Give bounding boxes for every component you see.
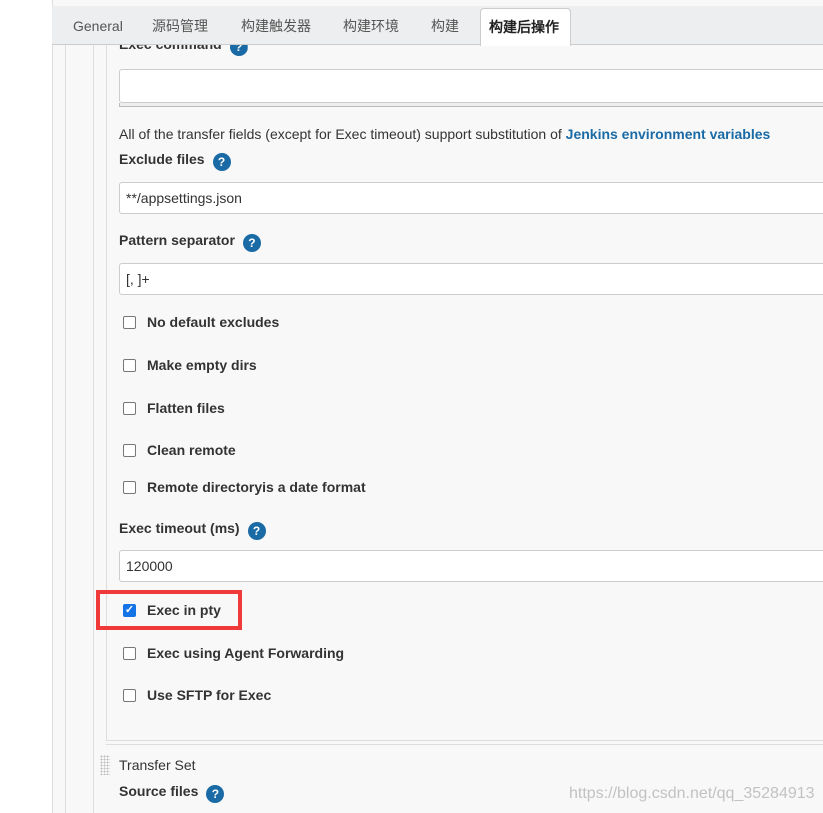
label-text: Pattern separator xyxy=(119,232,235,248)
exec-command-input[interactable] xyxy=(119,69,823,103)
label-text: Exec timeout (ms) xyxy=(119,520,240,536)
checkbox-box[interactable] xyxy=(123,480,136,494)
help-icon[interactable]: ? xyxy=(212,153,231,171)
checkbox-label: Make empty dirs xyxy=(147,357,257,373)
tab-scm[interactable]: 源码管理 xyxy=(144,6,216,45)
resize-handle[interactable] xyxy=(119,103,823,107)
checkbox-box[interactable] xyxy=(123,401,136,415)
checkbox-label: Flatten files xyxy=(147,400,225,416)
checkbox-box[interactable] xyxy=(123,315,136,329)
no-default-excludes-checkbox[interactable]: No default excludes xyxy=(123,314,279,330)
checkbox-label: Clean remote xyxy=(147,442,236,458)
transfer-set-title: Transfer Set xyxy=(119,757,196,773)
make-empty-dirs-checkbox[interactable]: Make empty dirs xyxy=(123,357,257,373)
tab-environment[interactable]: 构建环境 xyxy=(335,6,407,45)
checkbox-label: Use SFTP for Exec xyxy=(147,687,272,703)
clean-remote-checkbox[interactable]: Clean remote xyxy=(123,442,236,458)
help-icon[interactable]: ? xyxy=(206,785,225,803)
agent-forwarding-checkbox[interactable]: Exec using Agent Forwarding xyxy=(123,645,344,661)
checkbox-box[interactable] xyxy=(123,358,136,372)
divider xyxy=(106,744,823,745)
divider xyxy=(65,45,66,813)
note-text: All of the transfer fields (except for E… xyxy=(119,126,566,142)
checkbox-box[interactable] xyxy=(123,443,136,457)
substitution-note: All of the transfer fields (except for E… xyxy=(119,126,770,142)
exec-section xyxy=(106,45,823,741)
help-icon[interactable]: ? xyxy=(247,522,266,540)
exec-timeout-label: Exec timeout (ms)? xyxy=(119,520,266,540)
drag-handle-icon[interactable] xyxy=(100,755,110,775)
flatten-files-checkbox[interactable]: Flatten files xyxy=(123,400,225,416)
label-text: Source files xyxy=(119,783,199,799)
tab-bar: General 源码管理 构建触发器 构建环境 构建 构建后操作 xyxy=(52,6,823,46)
pattern-separator-input[interactable]: [, ]+ xyxy=(119,263,823,295)
checkbox-label: Exec in pty xyxy=(147,602,221,618)
tab-build[interactable]: 构建 xyxy=(423,6,467,45)
exec-in-pty-checkbox[interactable]: ✓ Exec in pty xyxy=(123,602,221,618)
checkbox-box[interactable] xyxy=(123,688,136,702)
watermark: https://blog.csdn.net/qq_35284913 xyxy=(569,785,815,802)
use-sftp-checkbox[interactable]: Use SFTP for Exec xyxy=(123,687,271,703)
exclude-files-label: Exclude files? xyxy=(119,151,231,171)
tab-post-build[interactable]: 构建后操作 xyxy=(480,8,571,46)
checkbox-box[interactable] xyxy=(123,646,136,660)
divider xyxy=(93,45,94,813)
help-icon[interactable]: ? xyxy=(242,234,261,252)
checkmark-icon[interactable]: ✓ xyxy=(123,603,136,617)
exclude-files-input[interactable]: **/appsettings.json xyxy=(119,182,823,214)
pattern-separator-label: Pattern separator? xyxy=(119,232,261,252)
tab-general[interactable]: General xyxy=(65,6,131,45)
checkbox-label: No default excludes xyxy=(147,314,280,330)
tab-triggers[interactable]: 构建触发器 xyxy=(233,6,319,45)
env-vars-link[interactable]: Jenkins environment variables xyxy=(566,126,771,142)
exec-timeout-input[interactable]: 120000 xyxy=(119,550,823,582)
checkbox-label: Exec using Agent Forwarding xyxy=(147,645,345,661)
source-files-label: Source files? xyxy=(119,783,225,803)
checkbox-label: Remote directoryis a date format xyxy=(147,479,366,495)
label-text: Exclude files xyxy=(119,151,205,167)
remote-dir-date-checkbox[interactable]: Remote directoryis a date format xyxy=(123,479,366,495)
